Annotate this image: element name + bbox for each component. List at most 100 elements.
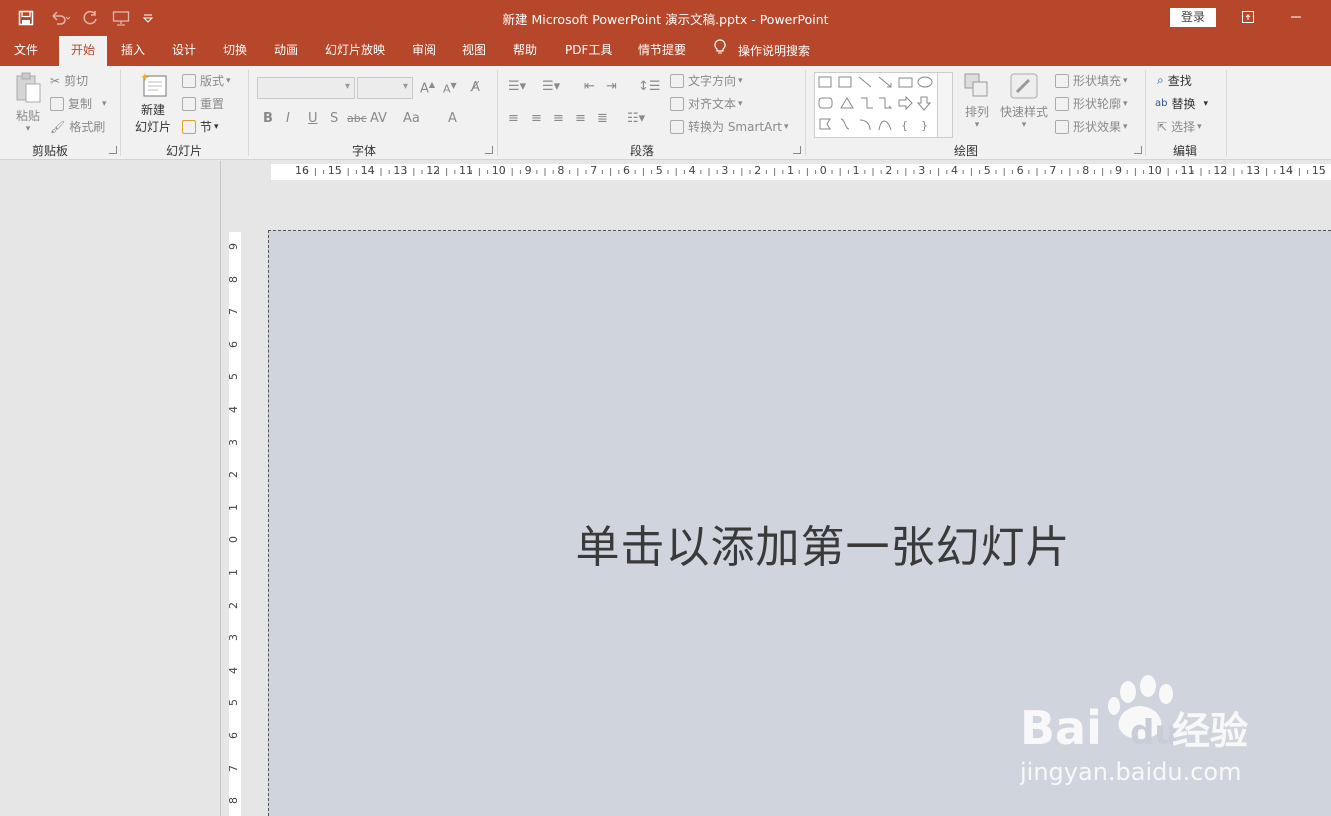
tab-storyboard[interactable]: 情节提要 [638, 36, 686, 66]
cut-label: 剪切 [64, 74, 89, 88]
ruler-h-label: 12 [426, 164, 441, 177]
ruler-v-label: 4 [227, 666, 240, 674]
align-text-label: 对齐文本 [688, 97, 737, 111]
find-button[interactable]: ⌕ 查找 [1157, 72, 1192, 89]
copy-label: 复制 [68, 97, 93, 111]
add-first-slide-placeholder[interactable]: 单击以添加第一张幻灯片 [269, 511, 1331, 575]
tab-animations[interactable]: 动画 [274, 36, 298, 66]
increase-font-size-icon[interactable]: A▲ [420, 80, 435, 96]
drawing-launcher-icon[interactable] [1134, 146, 1142, 154]
format-painter-button[interactable]: 🖌 格式刷 [50, 118, 105, 135]
text-shadow-button[interactable]: S [330, 111, 338, 126]
tab-slideshow[interactable]: 幻灯片放映 [325, 36, 385, 66]
paste-icon [14, 72, 42, 107]
align-center-icon[interactable]: ≡ [531, 111, 542, 126]
ruler-v-label: 3 [227, 634, 240, 642]
ruler-h-label: 7 [590, 164, 598, 177]
font-launcher-icon[interactable] [485, 146, 493, 154]
shape-effects-button[interactable]: 形状效果 ▾ [1055, 118, 1128, 135]
tab-view[interactable]: 视图 [462, 36, 486, 66]
ribbon-display-options-icon[interactable] [1230, 6, 1266, 28]
slide-thumbnail-pane[interactable] [0, 161, 221, 816]
underline-button[interactable]: U [308, 111, 318, 126]
new-slide-button[interactable]: 新建 幻灯片 [130, 72, 176, 138]
tab-insert[interactable]: 插入 [121, 36, 145, 66]
text-direction-button[interactable]: 文字方向 ▾ [670, 72, 743, 89]
increase-indent-icon[interactable]: ⇥ [606, 79, 617, 94]
shapes-gallery-icons: {} [818, 76, 933, 132]
ruler-h-label: 10 [491, 164, 506, 177]
group-label-editing: 编辑 [1173, 144, 1198, 158]
convert-smartart-button[interactable]: 转换为 SmartArt ▾ [670, 118, 789, 135]
italic-button[interactable]: I [286, 111, 290, 126]
align-text-button[interactable]: 对齐文本 ▾ [670, 95, 743, 112]
tab-design[interactable]: 设计 [172, 36, 196, 66]
section-button[interactable]: 节 ▾ [182, 118, 219, 135]
ruler-v-label: 1 [227, 503, 240, 511]
distributed-icon[interactable]: ≣ [597, 111, 608, 126]
tab-help[interactable]: 帮助 [513, 36, 537, 66]
clipboard-launcher-icon[interactable] [109, 146, 117, 154]
tell-me-search[interactable]: 操作说明搜索 [714, 36, 810, 66]
select-button[interactable]: ⇱ 选择 ▾ [1157, 118, 1202, 135]
svg-text:}: } [921, 119, 928, 132]
bullets-icon[interactable]: ☰▾ [508, 79, 526, 94]
font-size-dropdown[interactable]: ▾ [357, 77, 413, 99]
strikethrough-button[interactable]: abc [347, 112, 367, 125]
group-label-slides: 幻灯片 [166, 144, 203, 158]
replace-button[interactable]: ab 替换 ▾ [1155, 95, 1208, 112]
font-color-button[interactable]: A [448, 111, 457, 126]
tab-review[interactable]: 审阅 [412, 36, 436, 66]
clear-formatting-icon[interactable]: A̸ [471, 80, 480, 95]
tab-home[interactable]: 开始 [59, 36, 107, 66]
character-spacing-button[interactable]: AV [370, 111, 387, 126]
new-slide-label-1: 新建 [140, 103, 165, 117]
ruler-h-label: 1 [787, 164, 794, 177]
font-name-dropdown[interactable]: ▾ [257, 77, 355, 99]
arrange-label: 排列 [964, 105, 989, 119]
shape-outline-label: 形状轮廓 [1073, 97, 1122, 111]
format-painter-label: 格式刷 [69, 120, 106, 134]
numbering-icon[interactable]: ☰▾ [542, 79, 560, 94]
ruler-h-label: 4 [951, 164, 958, 177]
reset-button[interactable]: 重置 [182, 95, 224, 112]
columns-icon[interactable]: ☷▾ [627, 111, 645, 126]
tab-pdf-tools[interactable]: PDF工具 [565, 36, 612, 66]
ruler-h-label: 8 [1082, 164, 1090, 177]
bold-button[interactable]: B [263, 111, 273, 126]
shapes-gallery-scroll[interactable] [937, 72, 953, 138]
tell-me-label: 操作说明搜索 [738, 44, 811, 58]
align-right-icon[interactable]: ≡ [553, 111, 564, 126]
minimize-icon[interactable] [1278, 6, 1314, 28]
paragraph-launcher-icon[interactable] [793, 146, 801, 154]
find-label: 查找 [1167, 74, 1192, 88]
ruler-h-label: 15 [327, 164, 342, 177]
ruler-h-label: 13 [393, 164, 408, 177]
tab-transitions[interactable]: 切换 [223, 36, 247, 66]
ruler-h-label: 14 [360, 164, 375, 177]
justify-icon[interactable]: ≡ [575, 111, 586, 126]
paste-button[interactable]: 粘贴 ▾ [12, 72, 44, 134]
shape-fill-button[interactable]: 形状填充 ▾ [1055, 72, 1128, 89]
shape-outline-button[interactable]: 形状轮廓 ▾ [1055, 95, 1128, 112]
line-spacing-icon[interactable]: ↕☰ [638, 79, 661, 94]
quick-styles-button[interactable]: 快速样式 ▾ [998, 72, 1050, 138]
decrease-indent-icon[interactable]: ⇤ [584, 79, 595, 94]
ruler-h-label: 6 [1016, 164, 1024, 177]
arrange-button[interactable]: 排列 ▾ [962, 72, 992, 138]
svg-text:{: { [901, 119, 908, 132]
layout-label: 版式 [200, 74, 225, 88]
decrease-font-size-icon[interactable]: A▼ [443, 81, 457, 96]
ruler-v-label: 5 [227, 699, 240, 707]
copy-button[interactable]: 复制 ▾ [50, 95, 107, 112]
change-case-button[interactable]: Aa [403, 111, 420, 126]
tab-file[interactable]: 文件 [14, 36, 38, 66]
ruler-h-label: 11 [1180, 164, 1195, 177]
layout-button[interactable]: 版式 ▾ [182, 72, 231, 89]
cut-button[interactable]: ✂ 剪切 [50, 72, 88, 89]
ruler-h-label: 3 [918, 164, 926, 177]
login-button[interactable]: 登录 [1170, 8, 1216, 27]
vertical-ruler: 9 8 7 6 5 4 3 2 1 0 1 2 3 4 5 6 7 8 [227, 232, 241, 816]
align-left-icon[interactable]: ≡ [508, 111, 519, 126]
shapes-gallery[interactable]: {} [814, 72, 938, 138]
